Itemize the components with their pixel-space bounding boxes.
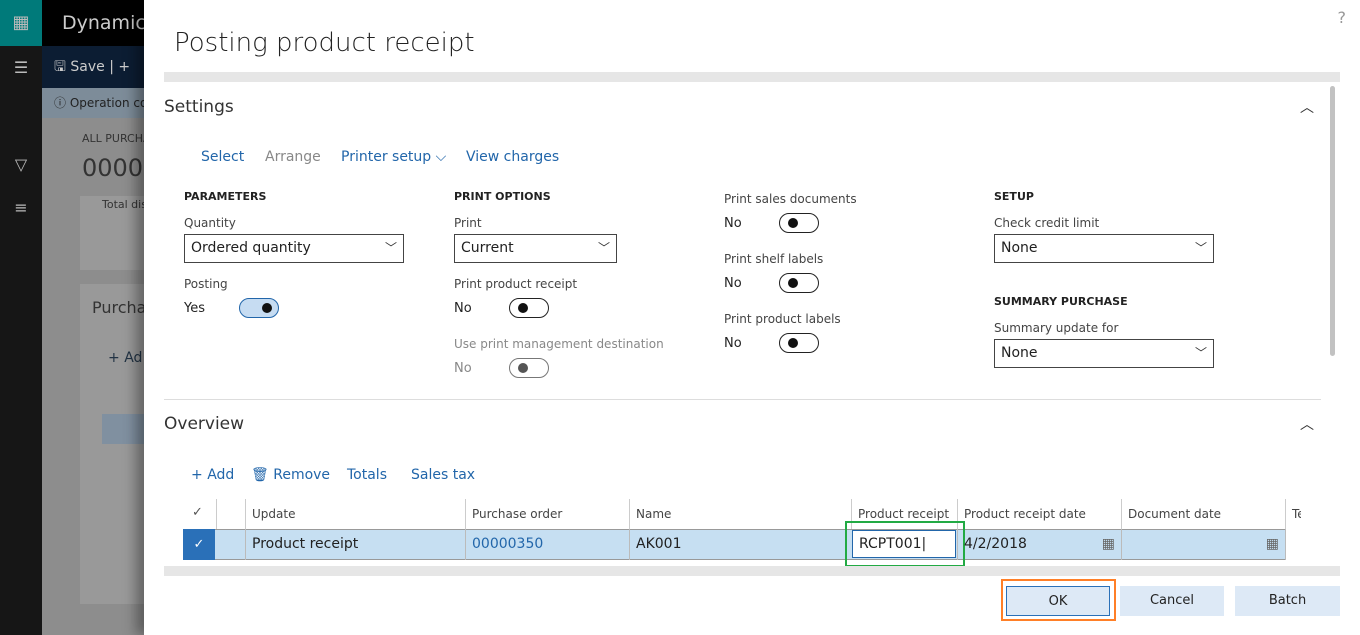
use-print-mgmt-label: Use print management destination — [454, 337, 664, 351]
totals-button[interactable]: Totals — [347, 467, 387, 483]
print-product-labels-label: Print product labels — [724, 312, 841, 326]
summary-update-label: Summary update for — [994, 321, 1119, 335]
info-bar: ⓘ Operation co — [42, 88, 144, 118]
use-print-mgmt-toggle — [509, 358, 549, 378]
settings-header[interactable]: Settings ︿ — [164, 97, 1324, 117]
select-all-checkbox[interactable]: ✓ — [192, 505, 203, 520]
print-select[interactable]: Current ﹀ — [454, 234, 617, 263]
chevron-up-icon[interactable]: ︿ — [1300, 414, 1314, 434]
setup-heading: SETUP — [994, 190, 1034, 203]
save-label: Save — [70, 59, 105, 75]
trash-icon: 🗑 — [251, 467, 269, 483]
select-button[interactable]: Select — [201, 149, 244, 165]
help-icon[interactable]: ? — [1338, 8, 1347, 27]
batch-button[interactable]: Batch — [1235, 586, 1340, 616]
calendar-icon[interactable]: ▦ — [1266, 529, 1279, 560]
cell-purchase-order-link[interactable]: 00000350 — [465, 529, 543, 560]
summary-update-select[interactable]: None ﹀ — [994, 339, 1214, 368]
quantity-label: Quantity — [184, 216, 236, 230]
col-te[interactable]: Te — [1285, 499, 1301, 529]
cell-name: AK001 — [629, 529, 681, 560]
col-purchase-order[interactable]: Purchase order — [465, 499, 629, 529]
print-product-receipt-label: Print product receipt — [454, 277, 578, 291]
hamburger-icon[interactable]: ☰ — [0, 58, 42, 77]
posting-label: Posting — [184, 277, 228, 291]
product-receipt-input[interactable]: RCPT001| — [852, 530, 956, 558]
print-shelf-labels-label: Print shelf labels — [724, 252, 824, 266]
cancel-button[interactable]: Cancel — [1120, 586, 1224, 616]
print-product-labels-value: No — [724, 336, 742, 351]
col-update[interactable]: Update — [245, 499, 465, 529]
check-credit-limit-select[interactable]: None ﹀ — [994, 234, 1214, 263]
overview-header[interactable]: Overview ︿ — [164, 414, 1324, 434]
record-id: 0000 — [82, 154, 144, 182]
view-charges-button[interactable]: View charges — [466, 149, 559, 165]
print-product-receipt-toggle[interactable] — [509, 298, 549, 318]
print-sales-docs-label: Print sales documents — [724, 192, 857, 206]
print-sales-docs-toggle[interactable] — [779, 213, 819, 233]
col-document-date[interactable]: Document date — [1121, 499, 1285, 529]
print-sales-docs-value: No — [724, 216, 742, 231]
parameters-heading: PARAMETERS — [184, 190, 267, 203]
print-product-labels-toggle[interactable] — [779, 333, 819, 353]
print-product-receipt-value: No — [454, 301, 472, 316]
chevron-down-icon: ﹀ — [1194, 241, 1207, 255]
cell-receipt-date[interactable]: 4/2/2018 ▦ — [957, 529, 1121, 560]
horizontal-scrollbar[interactable] — [164, 566, 1340, 576]
add-link: + Ad — [108, 350, 143, 366]
section-label: Purcha — [92, 298, 144, 317]
remove-button[interactable]: 🗑 Remove — [251, 467, 330, 483]
calendar-icon[interactable]: ▦ — [1102, 529, 1115, 560]
app-title: Dynamics — [42, 0, 144, 46]
posting-toggle[interactable] — [239, 298, 279, 318]
quantity-select[interactable]: Ordered quantity ﹀ — [184, 234, 404, 263]
cell-document-date[interactable]: ▦ — [1121, 529, 1286, 560]
total-label: Total dis — [102, 198, 144, 211]
posting-value: Yes — [184, 301, 205, 316]
add-button[interactable]: + Add — [191, 467, 234, 483]
chevron-down-icon: ﹀ — [384, 241, 397, 255]
print-shelf-labels-value: No — [724, 276, 742, 291]
info-text: Operation co — [69, 96, 144, 110]
list-icon[interactable]: ≡ — [0, 198, 42, 217]
print-shelf-labels-toggle[interactable] — [779, 273, 819, 293]
check-credit-limit-label: Check credit limit — [994, 216, 1100, 230]
scrollbar[interactable] — [1330, 86, 1335, 356]
chevron-up-icon[interactable]: ︿ — [1300, 97, 1314, 117]
cell-update: Product receipt — [245, 529, 358, 560]
print-label: Print — [454, 216, 482, 230]
save-button[interactable]: 🖫 Save | + — [42, 46, 144, 88]
background-page: ALL PURCHA 0000 Total dis Purcha + Ad — [42, 118, 144, 635]
col-name[interactable]: Name — [629, 499, 851, 529]
printer-setup-button[interactable]: Printer setup ⌵ — [341, 149, 446, 165]
use-print-mgmt-value: No — [454, 361, 472, 376]
row-checkbox[interactable]: ✓ — [183, 529, 215, 560]
breadcrumb: ALL PURCHA — [82, 132, 144, 145]
dialog-title: Posting product receipt — [174, 28, 475, 58]
posting-dialog: Posting product receipt ? Settings ︿ Sele… — [144, 0, 1360, 635]
ok-button[interactable]: OK — [1006, 586, 1110, 616]
summary-purchase-heading: SUMMARY PURCHASE — [994, 295, 1128, 308]
col-product-receipt-date[interactable]: Product receipt date — [957, 499, 1121, 529]
arrange-button: Arrange — [265, 149, 321, 165]
print-options-heading: PRINT OPTIONS — [454, 190, 551, 203]
sales-tax-button[interactable]: Sales tax — [411, 467, 475, 483]
app-launcher-icon[interactable]: ▦ — [0, 0, 42, 46]
chevron-down-icon: ﹀ — [597, 241, 610, 255]
chevron-down-icon: ⌵ — [435, 149, 447, 165]
filter-icon[interactable]: ▽ — [0, 155, 42, 174]
left-nav — [0, 0, 42, 635]
chevron-down-icon: ﹀ — [1194, 346, 1207, 360]
